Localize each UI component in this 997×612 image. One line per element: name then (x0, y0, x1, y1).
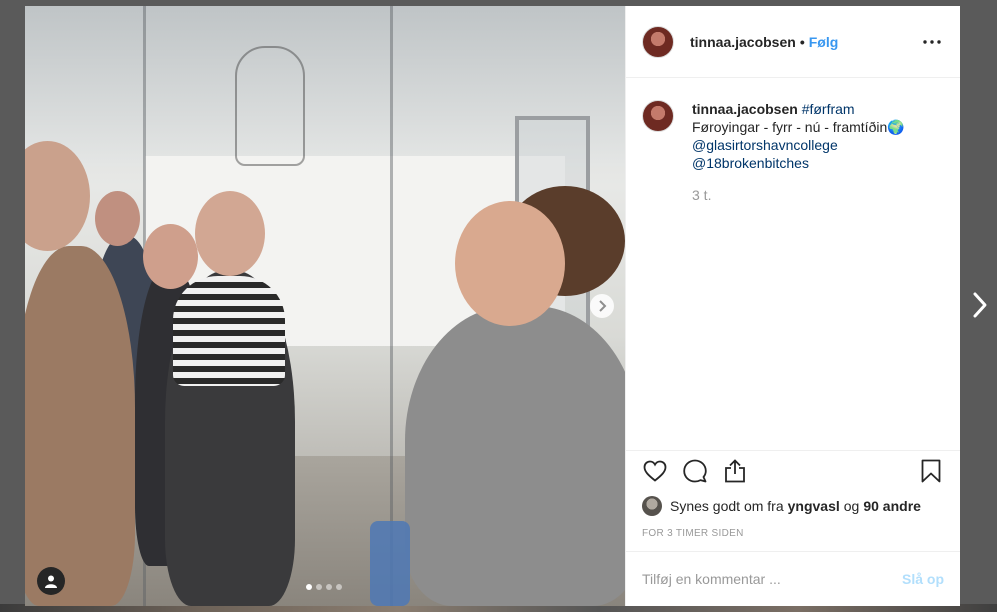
post-header: tinnaa.jacobsen • Følg (626, 6, 960, 78)
photo-drawing (235, 46, 305, 166)
bookmark-icon (921, 459, 941, 482)
heart-icon (643, 460, 667, 482)
like-button[interactable] (642, 458, 668, 484)
chevron-right-icon (599, 300, 607, 312)
comment-input[interactable] (642, 571, 902, 587)
author-avatar[interactable] (642, 25, 674, 58)
save-button[interactable] (918, 458, 944, 484)
next-photo-button[interactable] (590, 294, 614, 318)
caption-username[interactable]: tinnaa.jacobsen (692, 101, 798, 117)
photo-person (405, 306, 625, 606)
liker-avatar[interactable] (642, 496, 662, 516)
photo-person-head (143, 224, 198, 289)
caption-mention[interactable]: @18brokenbitches (692, 154, 942, 172)
caption-time[interactable]: 3 t. (692, 186, 942, 204)
carousel-indicator (306, 584, 342, 590)
photo-person (25, 246, 135, 606)
post-side-panel: tinnaa.jacobsen • Følg tinnaa.jacobsen #… (625, 6, 960, 606)
header-separator: • (799, 33, 805, 50)
follow-button[interactable]: Følg (809, 34, 839, 50)
likes-prefix: Synes godt om fra (670, 498, 784, 514)
photo-person-head (195, 191, 265, 276)
comment-bubble-icon (683, 459, 707, 482)
likes-conjunction: og (843, 498, 860, 514)
chevron-right-icon (973, 292, 987, 318)
user-icon (45, 575, 57, 588)
more-horizontal-icon (923, 39, 941, 44)
caption-text: Føroyingar - fyrr - nú - framtíðin🌍 (692, 119, 905, 135)
user-tags-button[interactable] (37, 567, 65, 595)
comment-bar: Slå op (626, 551, 960, 606)
caption-avatar[interactable] (642, 100, 674, 132)
liker-username[interactable]: yngvasl (788, 498, 840, 514)
photo-glass-pane (390, 6, 393, 606)
post-actions (626, 450, 960, 490)
carousel-dot-active (306, 584, 312, 590)
carousel-dot (326, 584, 332, 590)
carousel-dot (316, 584, 322, 590)
share-icon (725, 458, 745, 482)
comment-button[interactable] (682, 458, 708, 484)
carousel-dot (336, 584, 342, 590)
likes-others-link[interactable]: 90 andre (863, 498, 921, 514)
author-username[interactable]: tinnaa.jacobsen (690, 34, 796, 50)
caption-mention[interactable]: @glasirtorshavncollege (692, 136, 942, 154)
post-timestamp[interactable]: FOR 3 TIMER SIDEN (642, 528, 744, 539)
photo-person-head (455, 201, 565, 326)
caption-hashtag[interactable]: #førfram (802, 101, 855, 117)
post-caption: tinnaa.jacobsen #førfram Føroyingar - fy… (642, 100, 942, 204)
share-button[interactable] (722, 458, 748, 484)
photo-striped-shirt (173, 276, 285, 386)
post-comment-button[interactable]: Slå op (902, 571, 944, 587)
caption-body: tinnaa.jacobsen #førfram Føroyingar - fy… (692, 100, 942, 204)
photo-bottle (370, 521, 410, 606)
likes-summary: Synes godt om fra yngvasl og 90 andre (642, 496, 921, 516)
photo-person-head (95, 191, 140, 246)
more-options-button[interactable] (920, 30, 944, 54)
post-photo[interactable] (25, 6, 625, 606)
next-post-button[interactable] (970, 290, 990, 320)
